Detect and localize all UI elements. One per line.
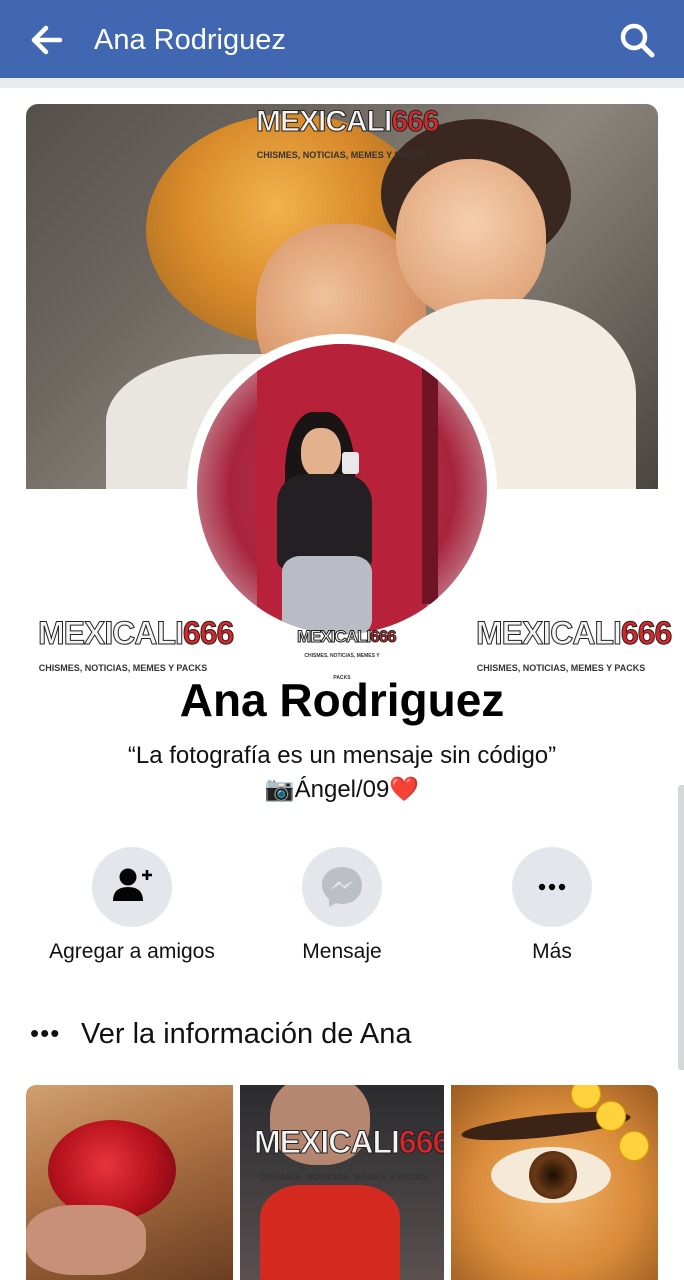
emoji-icon bbox=[596, 1101, 626, 1131]
avatar-figure bbox=[422, 344, 438, 604]
message-label[interactable]: Mensaje bbox=[232, 938, 452, 966]
profile-bio: “La fotografía es un mensaje sin código” bbox=[127, 742, 557, 769]
more-icon bbox=[538, 883, 566, 891]
see-info-link[interactable]: Ver la información de Ana bbox=[81, 1016, 411, 1052]
emoji-icon bbox=[619, 1131, 649, 1161]
profile-picture[interactable] bbox=[197, 344, 487, 634]
avatar-figure bbox=[301, 428, 341, 478]
arrow-left-icon[interactable] bbox=[28, 22, 68, 58]
profile-bio-signature: 📷Ángel/09❤️ bbox=[264, 776, 420, 803]
emoji-icon bbox=[571, 1085, 601, 1109]
search-icon[interactable] bbox=[616, 20, 660, 60]
more-dots-icon: ••• bbox=[30, 1018, 61, 1048]
avatar-figure bbox=[342, 452, 359, 474]
add-friend-label[interactable]: Agregar a amigos bbox=[22, 938, 242, 966]
avatar-figure bbox=[282, 556, 372, 634]
add-friend-button[interactable] bbox=[92, 847, 172, 927]
photo-figure bbox=[260, 1185, 400, 1280]
top-bar: Ana Rodriguez bbox=[0, 0, 684, 78]
watermark-logo: MEXICALI666 CHISMES, NOTICIAS, MEMES Y P… bbox=[255, 105, 439, 161]
more-button[interactable] bbox=[512, 847, 592, 927]
photo-thumbnail[interactable] bbox=[26, 1085, 233, 1280]
photo-thumbnail[interactable] bbox=[451, 1085, 658, 1280]
add-friend-icon bbox=[113, 868, 152, 901]
message-button[interactable] bbox=[302, 847, 382, 927]
avatar-figure bbox=[277, 474, 372, 569]
page-title: Ana Rodriguez bbox=[94, 24, 286, 56]
messenger-icon bbox=[322, 867, 362, 907]
photo-figure bbox=[26, 1205, 146, 1275]
photo-figure bbox=[529, 1151, 577, 1199]
watermark-logo: MEXICALI666 CHISMES, NOTICIAS, MEMES Y P… bbox=[254, 1124, 444, 1183]
profile-name: Ana Rodriguez bbox=[179, 674, 505, 726]
cover-figure bbox=[396, 159, 546, 319]
photo-thumbnail[interactable]: MEXICALI666 CHISMES, NOTICIAS, MEMES Y P… bbox=[240, 1085, 444, 1280]
more-label[interactable]: Más bbox=[442, 938, 662, 966]
scrollbar[interactable] bbox=[678, 785, 684, 1070]
